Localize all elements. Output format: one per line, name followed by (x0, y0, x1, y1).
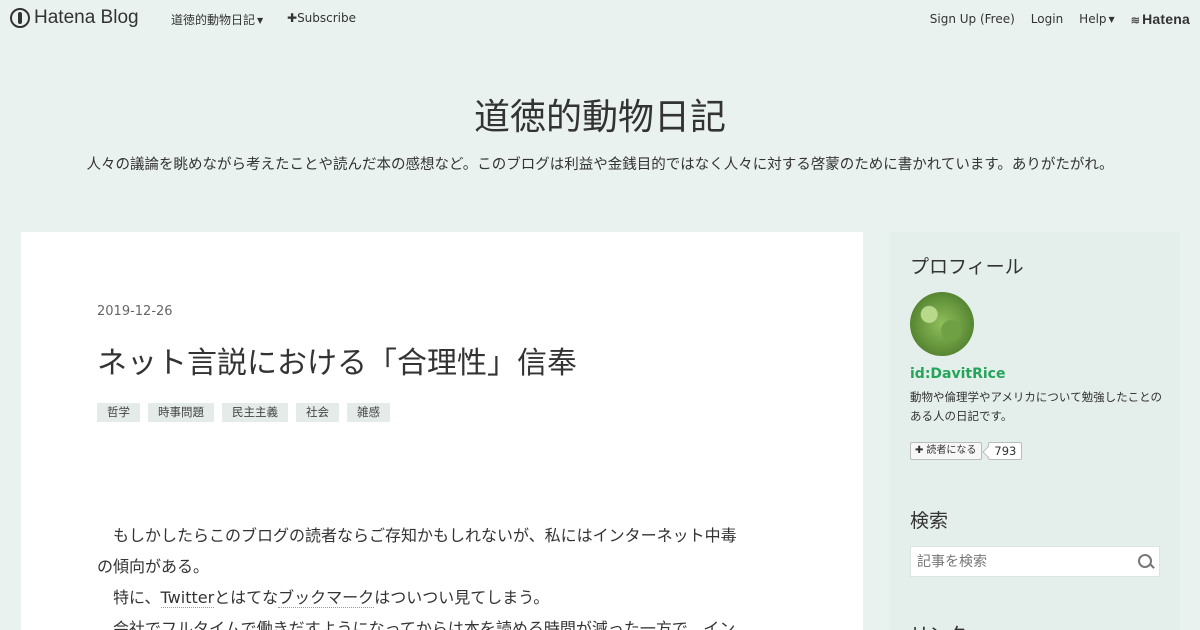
brand-name: Hatena Blog (34, 7, 139, 28)
tag-link[interactable]: 時事問題 (148, 403, 214, 422)
profile-id-link[interactable]: id:DavitRice (910, 366, 1005, 382)
avatar[interactable] (910, 292, 974, 356)
caret-down-icon: ▼ (257, 16, 264, 25)
become-reader-label: 読者になる (926, 445, 977, 456)
article-card: 2019-12-26 ネット言説における「合理性」信奉 哲学 時事問題 民主主義… (21, 232, 863, 630)
subscriber-count[interactable]: 793 (988, 442, 1023, 460)
become-reader-button[interactable]: ✚ 読者になる (910, 442, 983, 460)
tag-link[interactable]: 社会 (296, 403, 339, 422)
body-paragraph: の傾向がある。 (97, 557, 210, 576)
body-paragraph: 会社でフルタイムで働きだすようになってからは本を読める時間が減った一方で、イン (97, 619, 736, 630)
keyword-link-twitter[interactable]: Twitter (160, 588, 215, 608)
global-header: Hatena Blog 道徳的動物日記 ▼ ✚Subscribe Sign Up … (0, 0, 1200, 36)
blog-menu-label: 道徳的動物日記 (171, 13, 256, 27)
signup-link[interactable]: Sign Up (Free) (930, 12, 1015, 26)
help-dropdown[interactable]: Help ▼ (1079, 12, 1115, 26)
body-paragraph: もしかしたらこのブログの読者ならご存知かもしれないが、私にはインターネット中毒 (97, 526, 737, 545)
blog-description: 人々の議論を眺めながら考えたことや読んだ本の感想など。このブログは利益や金銭目的… (86, 157, 1114, 173)
tag-link[interactable]: 哲学 (97, 403, 140, 422)
post-body: もしかしたらこのブログの読者ならご存知かもしれないが、私にはインターネット中毒 … (97, 520, 787, 630)
links-heading: リンク (910, 620, 967, 630)
subscribe-link[interactable]: ✚Subscribe (287, 11, 356, 25)
tag-link[interactable]: 雑感 (347, 403, 390, 422)
post-tags: 哲学 時事問題 民主主義 社会 雑感 (97, 403, 390, 422)
post-date[interactable]: 2019-12-26 (97, 304, 173, 319)
keyword-link-bookmark[interactable]: ブックマーク (278, 588, 375, 608)
body-paragraph: 特に、Twitterとはてなブックマークはついつい見てしまう。 (97, 582, 787, 613)
reader-subscribe: ✚ 読者になる 793 (910, 442, 1023, 460)
body-text: とはてな (214, 588, 279, 607)
help-label: Help (1079, 12, 1107, 26)
post-title[interactable]: ネット言説における「合理性」信奉 (97, 338, 577, 382)
plus-icon: ✚ (915, 445, 924, 456)
plus-icon: ✚ (287, 11, 298, 25)
caret-down-icon: ▼ (1108, 15, 1115, 24)
search-heading: 検索 (910, 510, 949, 532)
search-form (910, 546, 1160, 577)
body-text: 特に、 (97, 588, 161, 607)
login-link[interactable]: Login (1031, 12, 1063, 26)
account-nav: Sign Up (Free) Login Help ▼ ≋ Hatena (930, 11, 1190, 27)
blog-menu-dropdown[interactable]: 道徳的動物日記 ▼ (171, 11, 263, 28)
search-icon[interactable] (1135, 550, 1159, 574)
profile-heading: プロフィール (910, 256, 1024, 278)
blog-title[interactable]: 道徳的動物日記 (0, 88, 1200, 140)
hatena-blog-logo-icon (10, 8, 30, 28)
profile-description: 動物や倫理学やアメリカについて勉強したことのある人の日記です。 (910, 390, 1162, 423)
hatena-logo[interactable]: ≋ Hatena (1131, 11, 1190, 27)
hatena-blog-logo[interactable]: Hatena Blog (10, 7, 139, 29)
subscribe-label: Subscribe (297, 11, 357, 25)
hatena-waves-icon: ≋ (1130, 15, 1141, 27)
sidebar: プロフィール id:DavitRice 動物や倫理学やアメリカについて勉強したこ… (890, 232, 1180, 630)
body-text: はついつい見てしまう。 (374, 588, 550, 607)
tag-link[interactable]: 民主主義 (222, 403, 288, 422)
search-input[interactable] (911, 553, 1135, 570)
hatena-label: Hatena (1142, 11, 1190, 27)
